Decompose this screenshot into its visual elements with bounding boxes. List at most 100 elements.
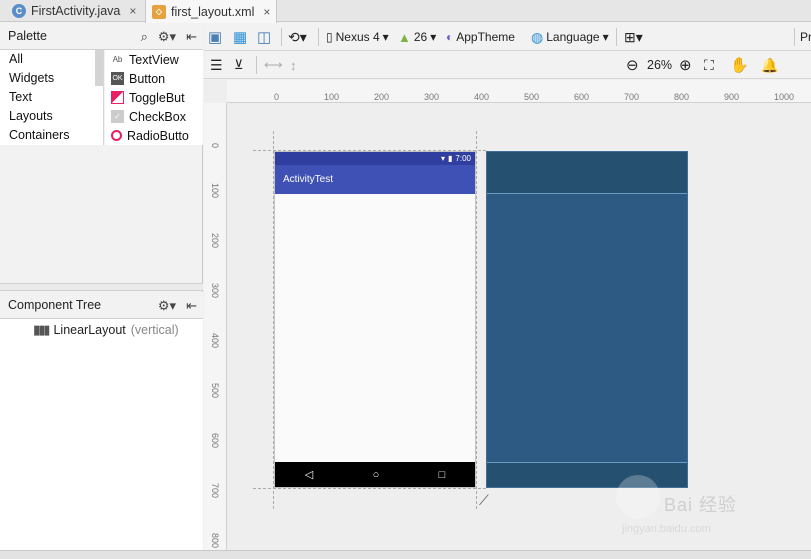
- bell-icon[interactable]: 🔔: [761, 51, 778, 79]
- app-title: ActivityTest: [283, 174, 334, 185]
- toggle-icon: [111, 91, 124, 104]
- autoconnect-icon[interactable]: ⊻: [234, 51, 244, 79]
- widget-label: CheckBox: [129, 109, 186, 124]
- app-bar: ActivityTest: [275, 165, 475, 194]
- expand-vertical-icon[interactable]: ↕: [290, 51, 297, 79]
- design-preview[interactable]: ▾ ▮ 7:00 ActivityTest ◁ ○ □: [274, 151, 476, 488]
- component-tree: ▮▮▮ LinearLayout (vertical): [0, 319, 203, 559]
- tab-label: first_layout.xml: [171, 4, 255, 19]
- show-constraints-icon[interactable]: ☰: [210, 51, 223, 79]
- watermark-url: jingyan.baidu.com: [622, 523, 711, 535]
- tab-label: FirstActivity.java: [31, 4, 121, 18]
- tab-first-layout-xml[interactable]: ◇ first_layout.xml ×: [145, 0, 278, 23]
- widget-button[interactable]: OK Button: [105, 69, 203, 88]
- resize-handle-icon[interactable]: ⟋: [479, 492, 489, 509]
- language-selector[interactable]: ◍ Language ▾: [531, 23, 609, 51]
- category-widgets[interactable]: Widgets: [0, 69, 103, 88]
- categories-scrollbar[interactable]: [95, 50, 103, 86]
- tab-first-activity-java[interactable]: C FirstActivity.java ×: [6, 0, 142, 22]
- hide-panel-icon[interactable]: ⇤: [186, 29, 197, 45]
- layout-toolbar: ▣ ▦ ◫ ⟲▾ ▯ Nexus 4 ▾ ▲ 26 ▾ ◐ AppTheme ◍ L…: [204, 23, 811, 51]
- palette-widgets: Ab TextView OK Button ToggleBut ✓ CheckB…: [105, 50, 203, 145]
- toolbar-separator: [318, 28, 319, 46]
- horizontal-ruler: 0 100 200 300 400 500 600 700 800 900 10…: [227, 80, 811, 103]
- gear-icon[interactable]: ⚙▾: [158, 298, 176, 314]
- api-label: 26: [413, 30, 428, 44]
- ruler-tick: 900: [724, 92, 740, 102]
- wifi-icon: ▾: [441, 154, 446, 163]
- component-tree-title: Component Tree: [8, 298, 102, 312]
- category-all[interactable]: All: [0, 50, 103, 69]
- recents-icon: □: [438, 468, 446, 481]
- widget-label: Button: [129, 71, 166, 86]
- tree-item-linearlayout[interactable]: ▮▮▮ LinearLayout (vertical): [33, 320, 179, 340]
- home-icon: ○: [372, 468, 380, 481]
- toolbar-separator: [281, 28, 282, 46]
- toolbar-separator: [256, 56, 257, 74]
- orientation-icon[interactable]: ⟲▾: [288, 23, 307, 51]
- ruler-tick: 200: [374, 92, 390, 102]
- theme-selector[interactable]: ◐ AppTheme: [446, 23, 515, 51]
- blueprint-preview[interactable]: [486, 151, 688, 488]
- phone-icon: ▯: [326, 30, 333, 44]
- xml-layout-icon: ◇: [152, 4, 166, 19]
- palette-title: Palette: [8, 29, 47, 43]
- widget-radiobutton[interactable]: RadioButto: [105, 126, 203, 145]
- checkbox-icon: ✓: [111, 110, 124, 123]
- category-layouts[interactable]: Layouts: [0, 107, 103, 126]
- blueprint-view-icon[interactable]: ▦: [233, 23, 247, 51]
- gear-icon[interactable]: ⚙▾: [158, 29, 176, 45]
- zoom-level: 26%: [647, 58, 673, 72]
- close-icon[interactable]: ×: [129, 4, 136, 18]
- ruler-tick: 500: [524, 92, 540, 102]
- toolbar-separator: [616, 28, 617, 46]
- chevron-down-icon: ▾: [602, 30, 609, 44]
- ruler-tick: 600: [210, 433, 220, 449]
- bottom-scrollbar[interactable]: [0, 550, 811, 559]
- widget-label: TextView: [129, 52, 179, 67]
- widget-label: ToggleBut: [129, 90, 185, 105]
- zoom-in-icon[interactable]: ⊕: [679, 51, 692, 79]
- pan-hand-icon[interactable]: ✋: [730, 51, 749, 79]
- panel-splitter[interactable]: [0, 283, 203, 291]
- globe-icon: ◍: [531, 28, 544, 45]
- zoom-out-icon[interactable]: ⊖: [626, 51, 639, 79]
- tree-item-hint: (vertical): [130, 323, 179, 337]
- left-panel: Palette ⌕ ⚙▾ ⇤ All Widgets Text Layouts …: [0, 23, 203, 559]
- api-selector[interactable]: ▲ 26 ▾: [398, 23, 436, 51]
- design-view-icon[interactable]: ▣: [208, 23, 222, 51]
- ruler-tick: 800: [674, 92, 690, 102]
- textview-icon: Ab: [112, 55, 123, 64]
- expand-horizontal-icon[interactable]: ⟷: [264, 51, 283, 79]
- ruler-tick: 400: [474, 92, 490, 102]
- zoom-fit-icon[interactable]: ⛶: [704, 51, 714, 79]
- close-icon[interactable]: ×: [263, 5, 270, 19]
- widget-togglebutton[interactable]: ToggleBut: [105, 88, 203, 107]
- layout-variants-icon[interactable]: ⊞▾: [624, 23, 643, 51]
- device-selector[interactable]: ▯ Nexus 4 ▾: [326, 23, 389, 51]
- ruler-tick: 600: [574, 92, 590, 102]
- ruler-tick: 1000: [774, 92, 795, 102]
- device-label: Nexus 4: [335, 30, 380, 44]
- hide-panel-icon[interactable]: ⇤: [186, 298, 197, 314]
- search-icon[interactable]: ⌕: [141, 29, 148, 45]
- watermark-brand: Bai 经验: [664, 495, 738, 515]
- java-class-icon: C: [12, 4, 26, 18]
- canvas-toolbar: ☰ ⊻ ⟷ ↕ ⊖ 26% ⊕ ⛶ ✋ 🔔: [204, 51, 811, 79]
- ruler-tick: 300: [424, 92, 440, 102]
- right-panel-label[interactable]: Pr: [800, 23, 811, 51]
- widget-checkbox[interactable]: ✓ CheckBox: [105, 107, 203, 126]
- both-views-icon[interactable]: ◫: [257, 23, 271, 51]
- vertical-ruler: 0 100 200 300 400 500 600 700 800: [204, 103, 227, 550]
- widget-textview[interactable]: Ab TextView: [105, 50, 203, 69]
- paw-logo-icon: [616, 475, 660, 519]
- ruler-tick: 0: [274, 92, 280, 102]
- ruler-tick: 500: [210, 383, 220, 399]
- category-text[interactable]: Text: [0, 88, 103, 107]
- toolbar-separator: [794, 28, 795, 46]
- ruler-tick: 700: [210, 483, 220, 499]
- theme-label: AppTheme: [456, 30, 515, 44]
- guide-line: [476, 131, 477, 509]
- radio-icon: [111, 130, 122, 141]
- category-containers[interactable]: Containers: [0, 126, 103, 145]
